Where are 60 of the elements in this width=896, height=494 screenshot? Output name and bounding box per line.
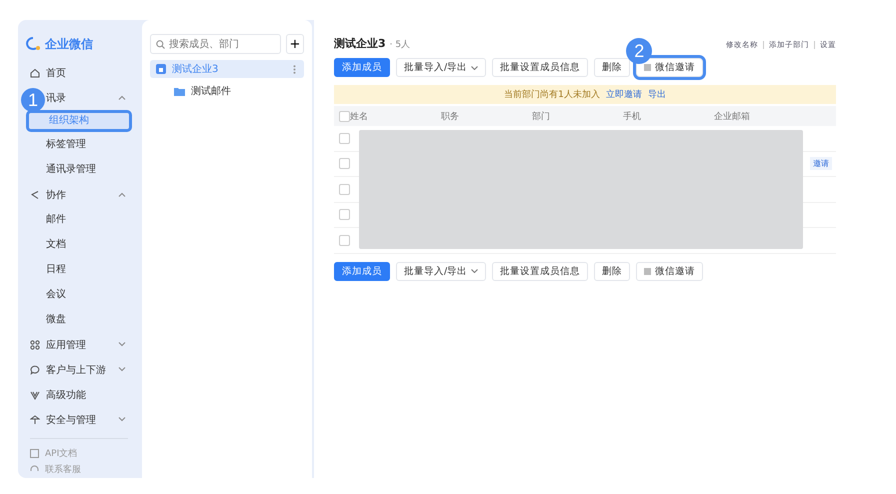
toolbar-button[interactable]: 批量设置成员信息 bbox=[492, 262, 588, 280]
nav-item[interactable]: 应用管理 bbox=[46, 338, 112, 352]
nav-subitem[interactable]: 文档 bbox=[26, 232, 132, 257]
nav-item[interactable]: 讯录 bbox=[46, 90, 112, 104]
nav-subitem[interactable]: 微盘 bbox=[26, 307, 132, 332]
nav-subitem[interactable]: 会议 bbox=[26, 282, 132, 307]
chat-icon bbox=[30, 364, 40, 374]
toolbar-button[interactable]: 添加成员 bbox=[334, 58, 390, 77]
search-icon bbox=[156, 40, 165, 49]
building-icon bbox=[156, 64, 166, 74]
nav-item[interactable]: 首页 bbox=[46, 66, 128, 80]
logo-icon bbox=[26, 37, 42, 51]
checkbox[interactable] bbox=[339, 158, 350, 170]
step-badge: 1 bbox=[21, 88, 45, 112]
checkbox[interactable] bbox=[339, 184, 350, 195]
checkbox[interactable] bbox=[339, 209, 350, 220]
nav-item[interactable]: 高级功能 bbox=[46, 388, 128, 402]
nav-item[interactable]: 客户与上下游 bbox=[46, 362, 112, 376]
nav-subitem[interactable]: 日程 bbox=[26, 257, 132, 282]
nav-item[interactable]: 协作 bbox=[46, 188, 112, 202]
grid-icon bbox=[644, 268, 652, 274]
logo-text: 企业微信 bbox=[45, 36, 93, 52]
column-header: 部门 bbox=[532, 110, 551, 122]
nav-subitem[interactable]: 通讯录管理 bbox=[26, 157, 132, 182]
column-header: 姓名 bbox=[350, 110, 369, 122]
chevron-icon bbox=[471, 66, 478, 70]
department-title: 测试企业3 bbox=[334, 36, 386, 51]
toolbar-button[interactable]: 微信邀请 bbox=[636, 58, 704, 77]
nav-item[interactable]: 安全与管理 bbox=[46, 412, 112, 426]
notice-link[interactable]: 立即邀请 bbox=[606, 88, 642, 101]
checkbox[interactable] bbox=[339, 132, 350, 144]
step-badge: 2 bbox=[626, 38, 652, 64]
column-header: 企业邮箱 bbox=[714, 110, 751, 122]
tree-item[interactable]: 测试邮件 bbox=[150, 82, 304, 100]
more-icon bbox=[293, 64, 296, 74]
notice-text: 当前部门尚有1人未加入 bbox=[504, 88, 600, 101]
toolbar-button[interactable]: 添加成员 bbox=[334, 262, 390, 280]
add-button[interactable]: + bbox=[286, 34, 304, 54]
document-icon bbox=[30, 448, 39, 458]
home-icon bbox=[30, 68, 40, 78]
checkbox[interactable] bbox=[339, 234, 350, 246]
nav-subitem[interactable]: 邮件 bbox=[26, 207, 132, 232]
grid-icon bbox=[644, 64, 652, 71]
toolbar-button[interactable]: 批量导入/导出 bbox=[396, 262, 486, 280]
search-field[interactable]: 搜索成员、部门 bbox=[150, 34, 281, 54]
member-count: · 5人 bbox=[390, 38, 410, 51]
toolbar-button[interactable]: 删除 bbox=[594, 262, 630, 280]
folder-icon bbox=[174, 86, 185, 96]
column-header: 手机 bbox=[623, 110, 642, 122]
toolbar-button[interactable]: 删除 bbox=[594, 58, 630, 77]
column-header: 职务 bbox=[441, 110, 460, 122]
toolbar-button[interactable]: 微信邀请 bbox=[636, 262, 704, 280]
toolbar-button[interactable]: 批量导入/导出 bbox=[396, 58, 486, 77]
apps-icon bbox=[30, 340, 40, 350]
chevron-icon bbox=[471, 269, 478, 273]
nav-subitem[interactable]: 标签管理 bbox=[26, 132, 132, 157]
notice-link[interactable]: 导出 bbox=[648, 88, 666, 101]
toolbar-button[interactable]: 批量设置成员信息 bbox=[492, 58, 588, 77]
invite-button[interactable]: 邀请 bbox=[810, 157, 832, 170]
checkbox[interactable] bbox=[339, 110, 350, 122]
